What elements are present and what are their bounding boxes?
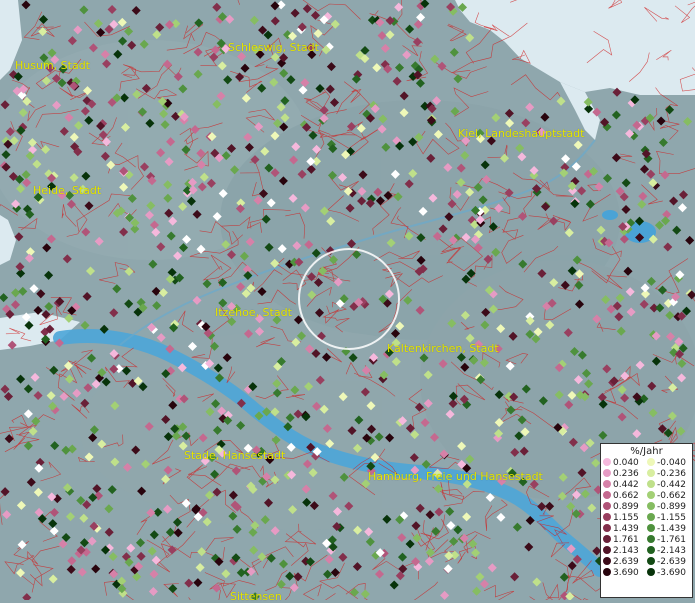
legend-entry-positive: 0.236	[603, 469, 647, 480]
legend-swatch	[647, 480, 655, 488]
legend-value: 1.761	[613, 535, 639, 545]
legend-entry-negative: -1.761	[647, 535, 691, 546]
legend-entry-positive: 0.442	[603, 480, 647, 491]
legend-value: -0.236	[657, 469, 686, 479]
legend-swatch	[603, 469, 611, 477]
legend-swatch	[603, 513, 611, 521]
legend-entry-positive: 0.899	[603, 502, 647, 513]
legend-row: 1.155 -1.155	[603, 513, 691, 524]
legend-swatch	[647, 469, 655, 477]
legend-swatch	[647, 535, 655, 543]
legend-row: 0.899 -0.899	[603, 502, 691, 513]
legend-swatch	[603, 557, 611, 565]
legend-row: 0.662 -0.662	[603, 491, 691, 502]
legend-value: 1.439	[613, 524, 639, 534]
legend-swatch	[603, 535, 611, 543]
legend-table: 0.040 -0.040 0.236 -0.236 0.442 -0.442 0.662 -0…	[603, 458, 691, 579]
legend-value: 0.236	[613, 469, 639, 479]
legend-swatch	[647, 557, 655, 565]
city-label-hamburg: Hamburg, Freie und Hansestadt	[368, 470, 543, 483]
legend-value: -0.442	[657, 480, 686, 490]
legend-value: -1.439	[657, 524, 686, 534]
legend-row: 2.143 -2.143	[603, 546, 691, 557]
legend-value: 0.662	[613, 491, 639, 501]
legend-value: 1.155	[613, 513, 639, 523]
legend-value: -2.639	[657, 557, 686, 567]
legend-swatch	[603, 480, 611, 488]
legend-entry-positive: 0.040	[603, 458, 647, 469]
legend-entry-positive: 1.761	[603, 535, 647, 546]
legend-value: -2.143	[657, 546, 686, 556]
legend-swatch	[647, 546, 655, 554]
city-label-stade: Stade, Hansestadt	[184, 449, 285, 462]
legend-entry-positive: 2.143	[603, 546, 647, 557]
legend-value: -1.761	[657, 535, 686, 545]
city-label-sittensen: Sittensen	[230, 590, 282, 603]
legend-entry-negative: -0.236	[647, 469, 691, 480]
legend-swatch	[603, 502, 611, 510]
legend-entry-negative: -2.639	[647, 557, 691, 568]
legend-value: -0.899	[657, 502, 686, 512]
legend-value: 2.639	[613, 557, 639, 567]
legend-swatch	[647, 513, 655, 521]
legend-row: 0.442 -0.442	[603, 480, 691, 491]
legend-row: 1.439 -1.439	[603, 524, 691, 535]
legend-entry-negative: -0.899	[647, 502, 691, 513]
legend-unit: %/Jahr	[601, 445, 692, 458]
legend-swatch	[603, 568, 611, 576]
legend-entry-negative: -0.040	[647, 458, 691, 469]
legend-value: 0.899	[613, 502, 639, 512]
legend-entry-positive: 3.690	[603, 568, 647, 579]
city-label-heide: Heide, Stadt	[33, 184, 101, 197]
city-label-husum: Husum, Stadt	[15, 59, 90, 72]
legend-swatch	[603, 458, 611, 466]
legend-value: 3.690	[613, 568, 639, 578]
legend-swatch	[647, 524, 655, 532]
legend-value: -3.690	[657, 568, 686, 578]
legend-row: 0.236 -0.236	[603, 469, 691, 480]
legend-swatch	[603, 491, 611, 499]
legend-entry-negative: -1.439	[647, 524, 691, 535]
legend-row: 3.690 -3.690	[603, 568, 691, 579]
legend-value: -1.155	[657, 513, 686, 523]
legend-value: 0.442	[613, 480, 639, 490]
legend-entry-positive: 1.155	[603, 513, 647, 524]
city-label-schleswig: Schleswig, Stadt	[228, 41, 319, 54]
legend-entry-positive: 2.639	[603, 557, 647, 568]
city-label-kiel: Kiel, Landeshauptstadt	[458, 127, 584, 140]
legend-value: -0.040	[657, 458, 686, 468]
legend-entry-negative: -3.690	[647, 568, 691, 579]
map-canvas[interactable]	[0, 0, 695, 600]
legend-swatch	[647, 502, 655, 510]
legend-row: 1.761 -1.761	[603, 535, 691, 546]
legend-swatch	[647, 491, 655, 499]
city-label-itzehoe: Itzehoe, Stadt	[215, 306, 292, 319]
legend-entry-negative: -0.442	[647, 480, 691, 491]
legend-swatch	[647, 568, 655, 576]
city-label-kaltenkirchen: Kaltenkirchen, Stadt	[387, 342, 499, 355]
legend-value: 0.040	[613, 458, 639, 468]
legend-entry-positive: 0.662	[603, 491, 647, 502]
legend-entry-negative: -0.662	[647, 491, 691, 502]
legend: %/Jahr 0.040 -0.040 0.236 -0.236 0.442 -0.442…	[600, 443, 693, 598]
legend-row: 0.040 -0.040	[603, 458, 691, 469]
legend-entry-negative: -2.143	[647, 546, 691, 557]
legend-entry-positive: 1.439	[603, 524, 647, 535]
legend-row: 2.639 -2.639	[603, 557, 691, 568]
legend-swatch	[647, 458, 655, 466]
legend-value: 2.143	[613, 546, 639, 556]
legend-entry-negative: -1.155	[647, 513, 691, 524]
lake	[602, 210, 618, 220]
legend-swatch	[603, 524, 611, 532]
legend-swatch	[603, 546, 611, 554]
legend-value: -0.662	[657, 491, 686, 501]
